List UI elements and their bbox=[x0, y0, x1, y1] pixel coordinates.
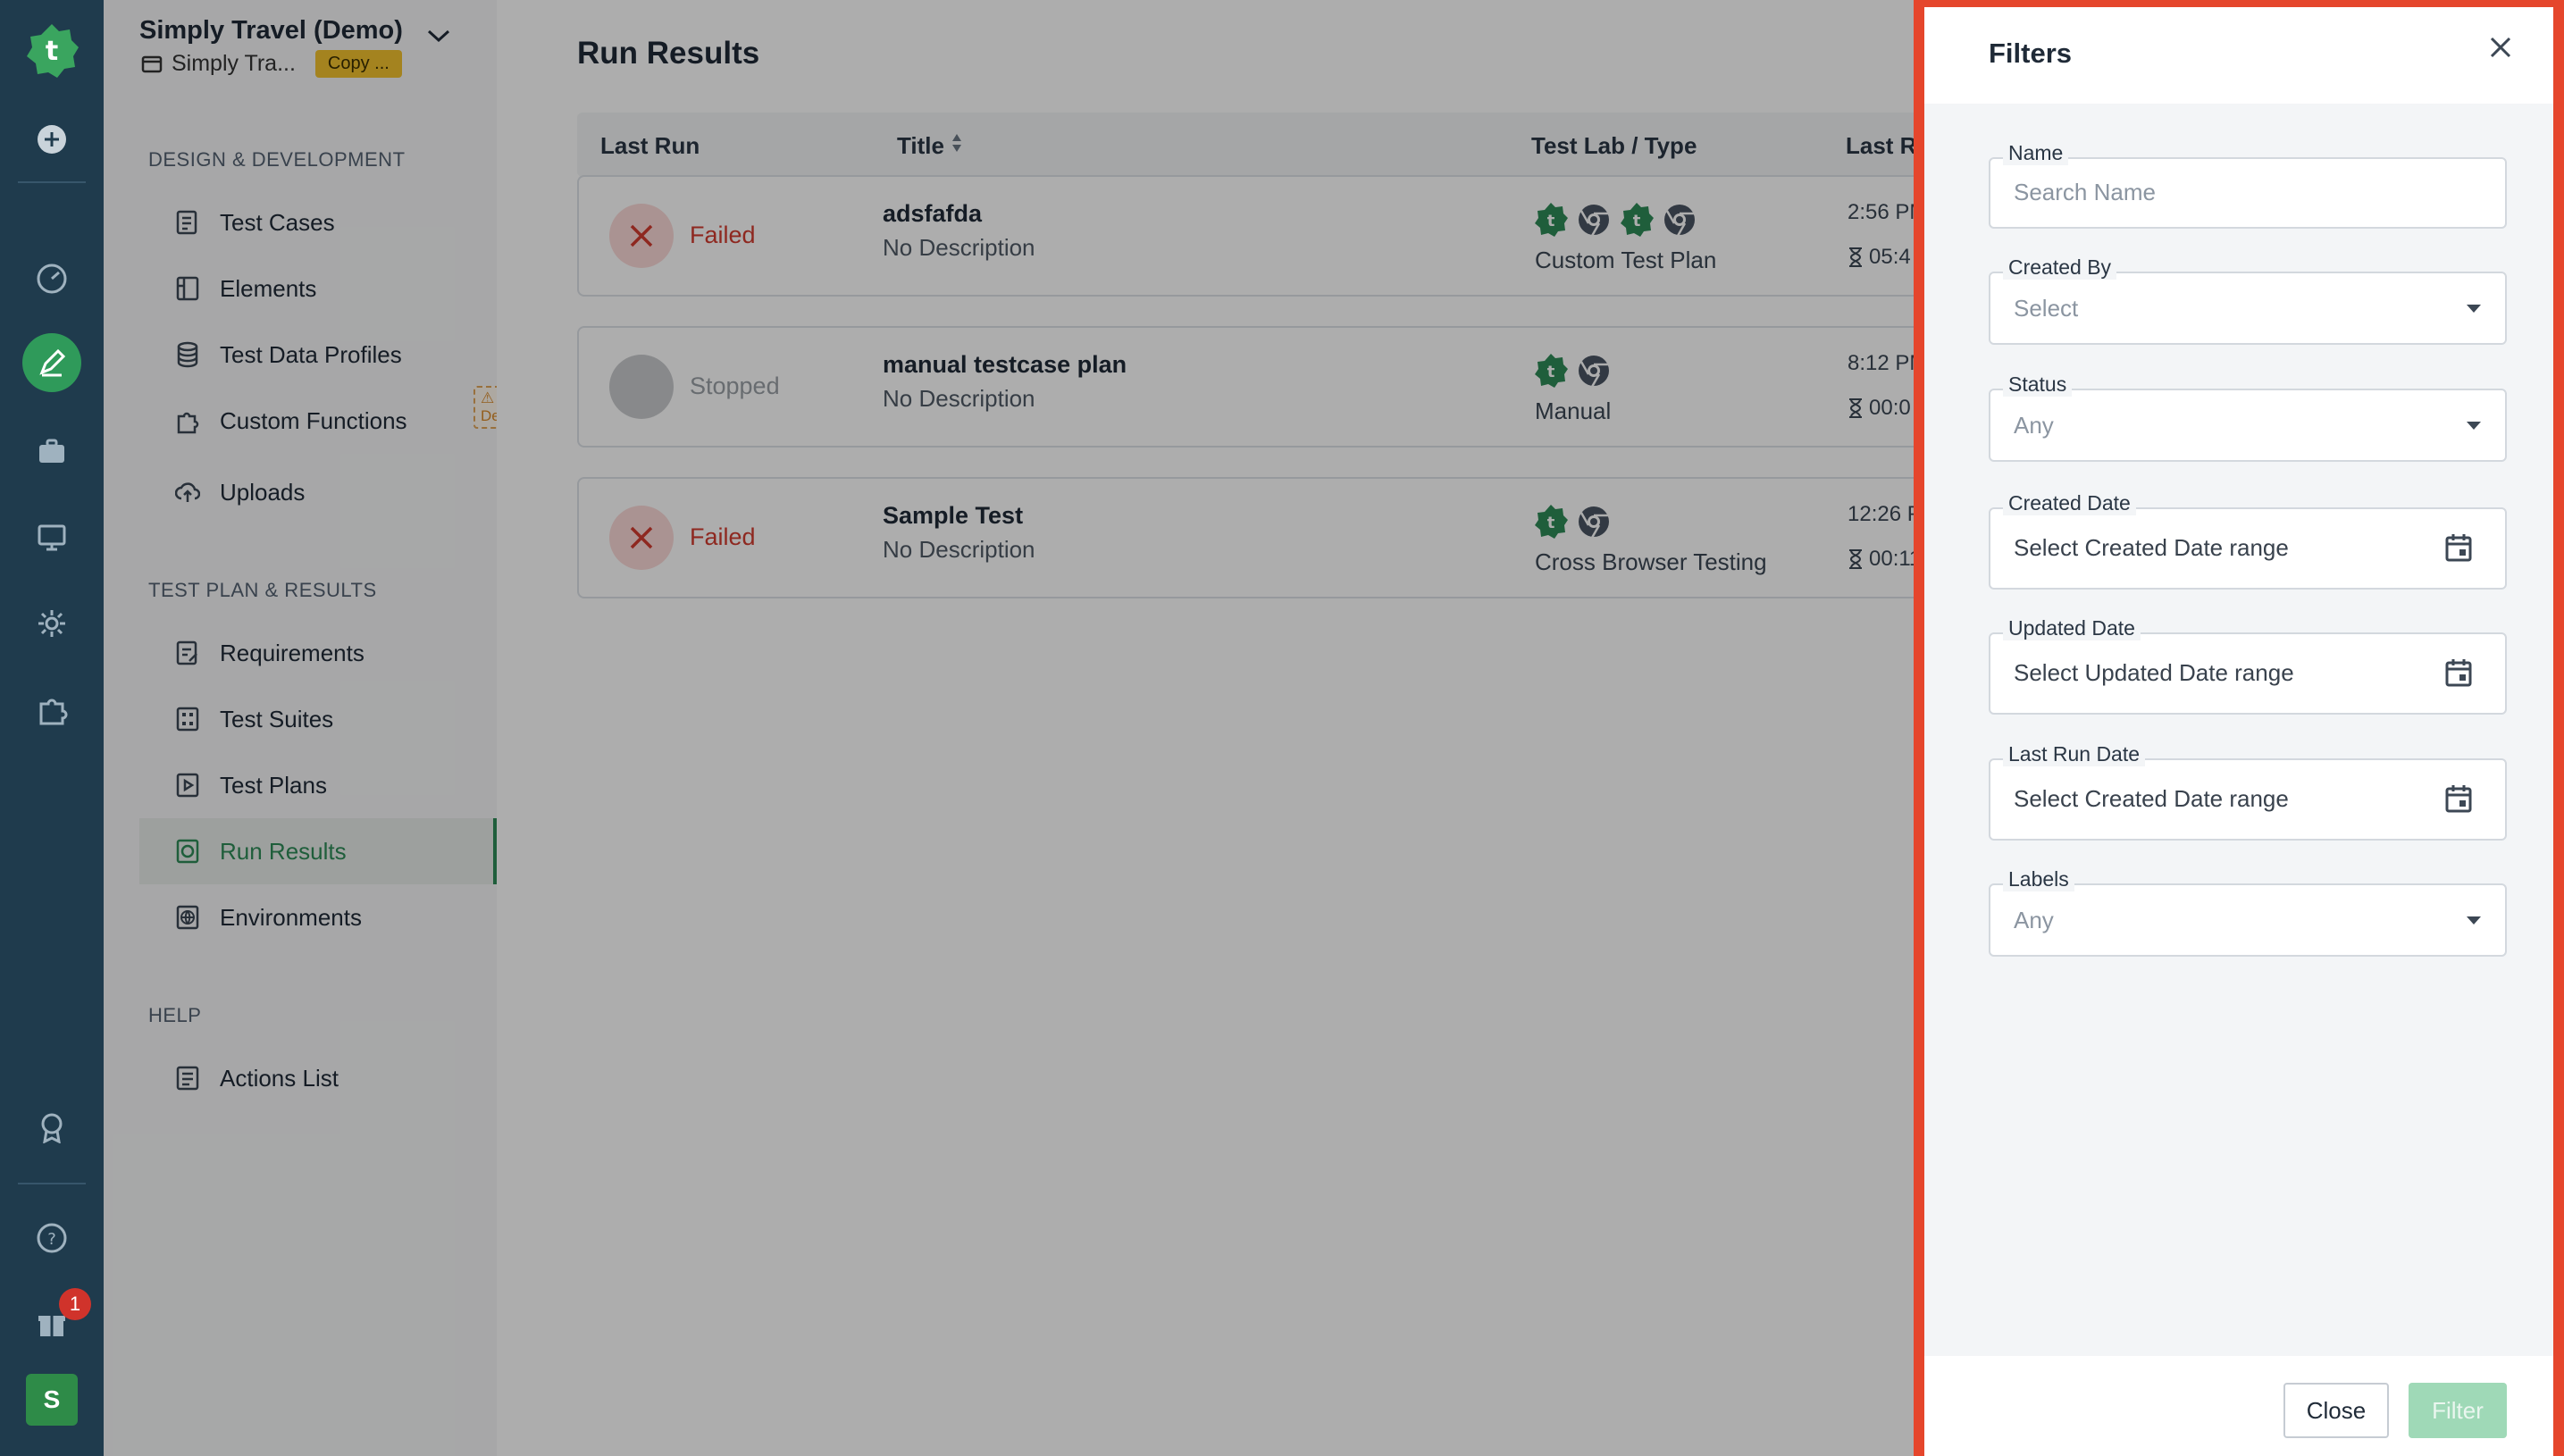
user-menu[interactable]: S bbox=[0, 1374, 104, 1426]
labels-select[interactable]: Labels Any bbox=[1989, 867, 2507, 957]
field-label: Created By bbox=[2003, 255, 2117, 280]
app-rail: t ? 1 S bbox=[0, 0, 104, 1456]
dashboard-icon[interactable] bbox=[0, 261, 104, 297]
field-label: Status bbox=[2003, 372, 2073, 397]
last-run-date-picker[interactable]: Last Run Date Select Created Date range bbox=[1989, 742, 2507, 841]
drawer-header: Filters bbox=[1924, 7, 2553, 104]
calendar-icon[interactable] bbox=[2444, 532, 2473, 563]
add-icon[interactable] bbox=[0, 121, 104, 157]
briefcase-icon[interactable] bbox=[0, 434, 104, 470]
caret-down-icon bbox=[2467, 422, 2481, 430]
notification-badge: 1 bbox=[59, 1288, 91, 1320]
created-by-value: Select bbox=[2014, 295, 2079, 322]
svg-text:?: ? bbox=[47, 1230, 56, 1249]
field-label: Labels bbox=[2003, 867, 2074, 891]
status-value: Any bbox=[2014, 412, 2054, 439]
drawer-footer: Close Filter bbox=[1924, 1356, 2553, 1456]
name-field[interactable]: Name Search Name bbox=[1989, 141, 2507, 229]
caret-down-icon bbox=[2467, 305, 2481, 313]
filter-button[interactable]: Filter bbox=[2409, 1383, 2507, 1438]
addons-puzzle-icon[interactable] bbox=[0, 691, 104, 727]
filters-drawer: Filters Name Search Name Created By Sele… bbox=[1914, 0, 2564, 1456]
help-icon[interactable]: ? bbox=[0, 1220, 104, 1256]
field-label: Last Run Date bbox=[2003, 742, 2146, 766]
create-nav[interactable] bbox=[0, 333, 104, 392]
gift-icon[interactable]: 1 bbox=[0, 1288, 104, 1342]
close-icon[interactable] bbox=[2487, 34, 2514, 65]
field-label: Name bbox=[2003, 141, 2069, 165]
name-placeholder: Search Name bbox=[2014, 179, 2156, 205]
last-run-date-value: Select Created Date range bbox=[2014, 785, 2289, 812]
status-select[interactable]: Status Any bbox=[1989, 372, 2507, 462]
settings-gear-icon[interactable] bbox=[0, 606, 104, 641]
rail-divider bbox=[18, 1183, 86, 1184]
field-label: Updated Date bbox=[2003, 616, 2141, 640]
drawer-title: Filters bbox=[1989, 38, 2073, 69]
updated-date-picker[interactable]: Updated Date Select Updated Date range bbox=[1989, 616, 2507, 715]
created-date-value: Select Created Date range bbox=[2014, 534, 2289, 561]
pencil-icon bbox=[22, 333, 81, 392]
created-date-picker[interactable]: Created Date Select Created Date range bbox=[1989, 491, 2507, 590]
testsigma-logo-icon[interactable]: t bbox=[0, 20, 104, 82]
close-button[interactable]: Close bbox=[2283, 1383, 2389, 1438]
award-icon[interactable] bbox=[0, 1109, 104, 1145]
avatar: S bbox=[26, 1374, 78, 1426]
field-label: Created Date bbox=[2003, 491, 2136, 515]
calendar-icon[interactable] bbox=[2444, 783, 2473, 814]
rail-divider bbox=[18, 181, 86, 183]
caret-down-icon bbox=[2467, 916, 2481, 925]
calendar-icon[interactable] bbox=[2444, 657, 2473, 688]
svg-text:t: t bbox=[46, 36, 58, 67]
created-by-select[interactable]: Created By Select bbox=[1989, 255, 2507, 345]
updated-date-value: Select Updated Date range bbox=[2014, 659, 2294, 686]
labels-value: Any bbox=[2014, 907, 2054, 933]
monitor-icon[interactable] bbox=[0, 520, 104, 556]
